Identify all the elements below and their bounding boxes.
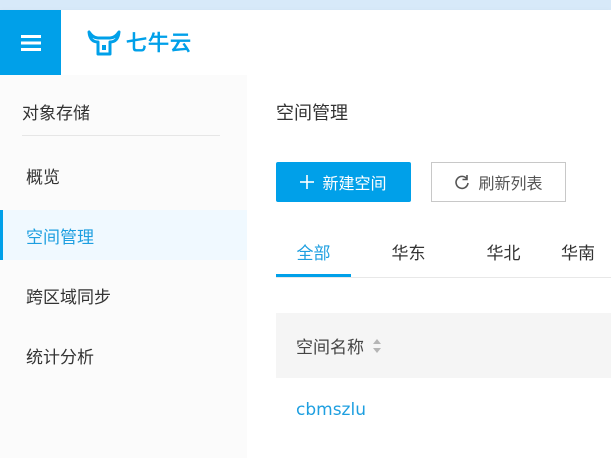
new-space-button[interactable]: 新建空间 xyxy=(276,162,411,202)
sidebar-item-label: 概览 xyxy=(26,167,60,188)
table-row: cbmszlu xyxy=(276,378,611,442)
logo[interactable]: 七牛云 xyxy=(86,26,192,58)
menu-button[interactable] xyxy=(0,10,61,75)
top-header: 七牛云 xyxy=(0,10,611,75)
refresh-list-button[interactable]: 刷新列表 xyxy=(431,162,566,202)
sidebar-item-statistics[interactable]: 统计分析 xyxy=(0,330,247,380)
top-strip xyxy=(0,0,611,10)
bucket-name-link[interactable]: cbmszlu xyxy=(296,378,366,442)
tab-label: 华北 xyxy=(486,243,521,264)
hamburger-menu-icon xyxy=(20,34,41,51)
sidebar-item-space-management[interactable]: 空间管理 xyxy=(0,210,247,260)
sidebar: 对象存储 概览 空间管理 跨区域同步 统计分析 xyxy=(0,75,247,458)
tab-label: 华南 xyxy=(561,243,595,264)
table-header: 空间名称 xyxy=(276,313,611,378)
tab-north-china[interactable]: 华北 xyxy=(466,225,541,277)
new-space-button-label: 新建空间 xyxy=(322,174,387,193)
region-tabs: 全部 华东 华北 华南 xyxy=(276,225,611,278)
sidebar-title: 对象存储 xyxy=(22,104,90,124)
sidebar-item-label: 统计分析 xyxy=(26,347,94,368)
sidebar-item-label: 跨区域同步 xyxy=(26,287,111,308)
tab-all[interactable]: 全部 xyxy=(276,225,351,277)
refresh-list-button-label: 刷新列表 xyxy=(478,174,543,193)
page-title: 空间管理 xyxy=(276,103,348,124)
logo-text: 七牛云 xyxy=(126,31,192,55)
sidebar-item-overview[interactable]: 概览 xyxy=(0,150,247,200)
sort-icon[interactable] xyxy=(372,338,382,354)
tab-south-china[interactable]: 华南 xyxy=(561,225,611,277)
tab-label: 全部 xyxy=(296,243,331,264)
sidebar-divider xyxy=(22,135,220,136)
column-header-space-name[interactable]: 空间名称 xyxy=(296,313,382,378)
sidebar-item-cross-region-sync[interactable]: 跨区域同步 xyxy=(0,270,247,320)
refresh-icon xyxy=(455,175,470,190)
active-tab-indicator xyxy=(276,274,351,277)
tab-label: 华东 xyxy=(391,243,426,264)
main-content: 空间管理 新建空间 刷新列表 全部 华东 华北 华南 空间名称 cbmszlu xyxy=(247,75,611,458)
column-header-label: 空间名称 xyxy=(296,338,364,358)
plus-icon xyxy=(300,175,315,189)
tab-east-china[interactable]: 华东 xyxy=(371,225,446,277)
bull-logo-icon xyxy=(87,30,121,56)
sidebar-item-label: 空间管理 xyxy=(26,227,94,248)
